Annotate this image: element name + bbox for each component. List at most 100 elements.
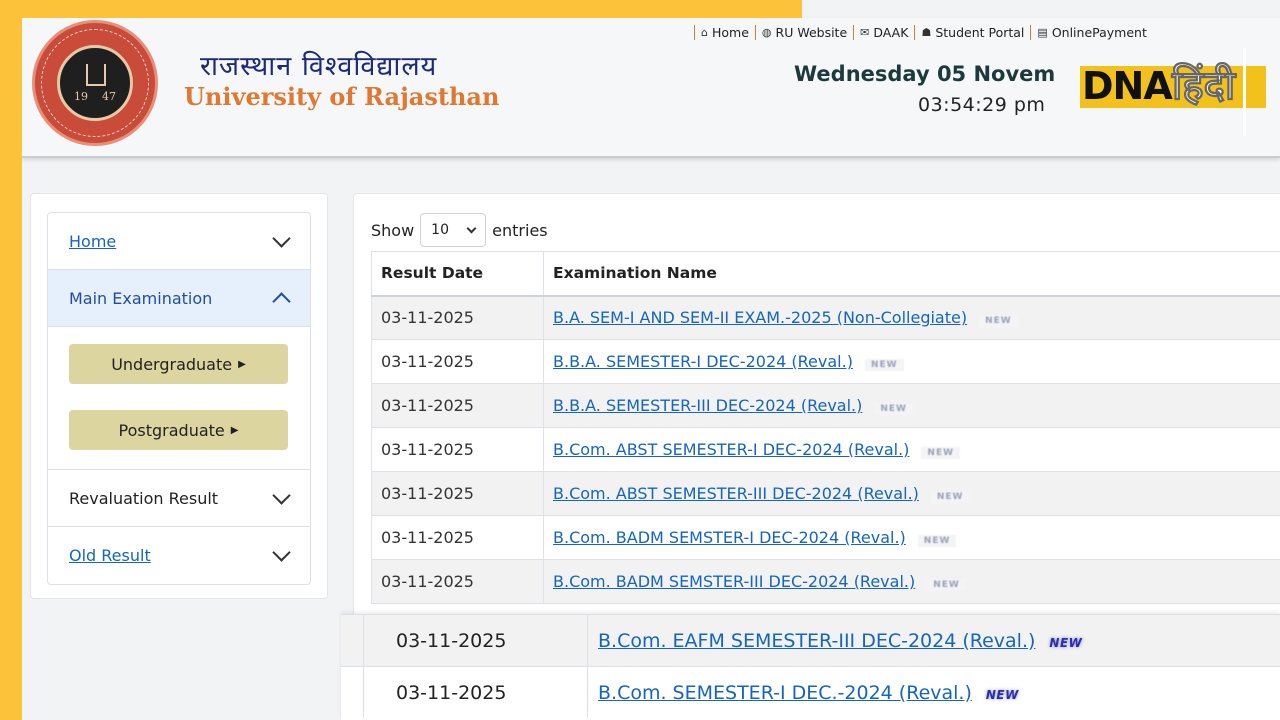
exam-result-link[interactable]: B.Com. BADM SEMSTER-I DEC-2024 (Reval.) — [553, 528, 906, 547]
table-header-row: Result Date Examination Name — [371, 251, 1280, 297]
nav-home[interactable]: ⌂ Home — [694, 25, 755, 40]
watermark-line — [1240, 48, 1246, 136]
sidebar-item-home[interactable]: Home — [48, 213, 310, 270]
sidebar-item-main-examination[interactable]: Main Examination — [48, 270, 310, 327]
postgraduate-button-label: Postgraduate — [118, 420, 225, 440]
table-row: 03-11-2025 B.Com. ABST SEMESTER-III DEC-2… — [371, 471, 1280, 516]
row-exam-cell: B.Com. BADM SEMSTER-I DEC-2024 (Reval.) N… — [543, 515, 1280, 560]
results-table-body: 03-11-2025 B.A. SEM-I AND SEM-II EXAM.-20… — [371, 295, 1280, 604]
exam-result-link[interactable]: B.Com. ABST SEMESTER-I DEC-2024 (Reval.) — [553, 440, 909, 459]
row-exam-cell: B.Com. BADM SEMSTER-III DEC-2024 (Reval.… — [543, 559, 1280, 604]
exam-result-link[interactable]: B.B.A. SEMESTER-III DEC-2024 (Reval.) — [553, 396, 862, 415]
nav-ru-website[interactable]: ◍ RU Website — [754, 25, 853, 40]
university-name-hindi: राजस्थान विश्वविद्यालय — [200, 51, 438, 82]
exam-result-link[interactable]: B.Com. SEMESTER-I DEC.-2024 (Reval.) — [598, 682, 972, 704]
row-date: 03-11-2025 — [371, 383, 544, 428]
table-row: 03-11-2025 B.Com. SEMESTER-I DEC.-2024 (… — [341, 666, 1280, 718]
watermark-latin: DNA — [1082, 64, 1173, 108]
dna-hindi-watermark: DNA हिंदी — [1080, 48, 1280, 140]
current-date: Wednesday 05 Novem — [794, 62, 1056, 86]
undergraduate-button-label: Undergraduate — [111, 354, 233, 374]
table-row: 03-11-2025 B.Com. EAFM SEMESTER-III DEC-… — [341, 614, 1280, 666]
row-exam-cell: B.Com. EAFM SEMESTER-III DEC-2024 (Reval… — [588, 630, 1082, 652]
table-row: 03-11-2025 B.B.A. SEMESTER-I DEC-2024 (Re… — [371, 339, 1280, 384]
row-date: 03-11-2025 — [371, 471, 544, 516]
chevron-down-icon — [272, 543, 291, 562]
chevron-down-icon — [272, 228, 291, 248]
globe-icon: ◍ — [761, 26, 772, 39]
nav-student-portal[interactable]: ☗ Student Portal — [914, 25, 1030, 40]
chevron-down-icon — [466, 223, 477, 233]
undergraduate-button[interactable]: Undergraduate ▶ — [69, 344, 288, 384]
nav-online-payment[interactable]: ▤ OnlinePayment — [1030, 25, 1152, 40]
row-date: 03-11-2025 — [371, 515, 544, 560]
table-row: 03-11-2025 B.Com. ABST SEMESTER-I DEC-202… — [371, 427, 1280, 472]
new-badge: NEW — [985, 687, 1019, 702]
home-icon: ⌂ — [701, 26, 708, 39]
table-row: 03-11-2025 B.B.A. SEMESTER-III DEC-2024 (… — [371, 383, 1280, 428]
exam-result-link[interactable]: B.B.A. SEMESTER-I DEC-2024 (Reval.) — [553, 352, 853, 371]
row-date: 03-11-2025 — [363, 667, 588, 718]
entries-control: Show 10 entries — [371, 213, 548, 247]
new-badge: NEW — [921, 447, 961, 459]
zoomed-rows-overlay: 03-11-2025 B.Com. EAFM SEMESTER-III DEC-… — [341, 614, 1280, 720]
chevron-up-icon — [272, 291, 291, 311]
new-badge: NEW — [930, 491, 970, 503]
row-exam-cell: B.Com. SEMESTER-I DEC.-2024 (Reval.) NEW — [588, 682, 1019, 704]
row-date: 03-11-2025 — [371, 339, 544, 384]
row-date: 03-11-2025 — [371, 295, 544, 340]
new-badge: NEW — [917, 535, 957, 547]
results-table: Result Date Examination Name 03-11-2025 B… — [371, 251, 1280, 604]
sidebar-item-revaluation-result[interactable]: Revaluation Result — [48, 470, 310, 527]
nav-daak[interactable]: ✉ DAAK — [853, 25, 914, 40]
nav-daak-label: DAAK — [873, 25, 909, 40]
new-badge: NEW — [874, 403, 913, 415]
card-icon: ▤ — [1037, 26, 1048, 39]
results-card: Show 10 entries Result Date Examination … — [353, 193, 1280, 623]
chevron-down-icon — [272, 485, 291, 505]
entries-select[interactable]: 10 — [420, 213, 487, 247]
nav-ru-website-label: RU Website — [775, 25, 848, 40]
new-badge: NEW — [979, 315, 1018, 328]
row-date: 03-11-2025 — [371, 559, 544, 604]
caret-right-icon: ▶ — [238, 358, 246, 370]
new-badge: NEW — [1049, 635, 1083, 650]
row-date: 03-11-2025 — [371, 427, 544, 472]
sidebar-item-old-result-label[interactable]: Old Result — [69, 546, 151, 565]
top-nav: ⌂ Home ◍ RU Website ✉ DAAK ☗ Student Portal … — [694, 25, 1153, 40]
row-date: 03-11-2025 — [363, 615, 588, 666]
exam-result-link[interactable]: B.Com. EAFM SEMESTER-III DEC-2024 (Reval… — [598, 630, 1035, 652]
show-label: Show — [371, 220, 415, 240]
university-logo: 19 47 — [32, 20, 158, 146]
table-row: 03-11-2025 B.A. SEM-I AND SEM-II EXAM.-20… — [371, 295, 1280, 340]
row-exam-cell: B.B.A. SEMESTER-I DEC-2024 (Reval.) NEW — [543, 339, 1280, 384]
user-icon: ☗ — [921, 26, 932, 39]
nav-student-portal-label: Student Portal — [935, 25, 1025, 40]
header-result-date[interactable]: Result Date — [371, 251, 544, 297]
row-exam-cell: B.A. SEM-I AND SEM-II EXAM.-2025 (Non-Co… — [543, 295, 1280, 340]
sidebar-menu: Home Main Examination Undergraduate ▶ Po… — [47, 212, 311, 585]
sidebar-item-old-result[interactable]: Old Result — [48, 527, 310, 584]
row-exam-cell: B.B.A. SEMESTER-III DEC-2024 (Reval.) NEW — [543, 383, 1280, 428]
postgraduate-button[interactable]: Postgraduate ▶ — [69, 410, 288, 450]
frame-top-border — [0, 0, 802, 18]
book-icon — [86, 64, 106, 86]
logo-emblem: 19 47 — [57, 45, 133, 121]
exam-result-link[interactable]: B.A. SEM-I AND SEM-II EXAM.-2025 (Non-Co… — [553, 308, 967, 327]
exam-result-link[interactable]: B.Com. ABST SEMESTER-III DEC-2024 (Reval… — [553, 484, 919, 503]
nav-home-label: Home — [711, 25, 749, 40]
logo-year-right: 47 — [102, 90, 116, 103]
new-badge: NEW — [927, 579, 966, 591]
university-name-english: University of Rajasthan — [184, 82, 500, 111]
row-exam-cell: B.Com. ABST SEMESTER-III DEC-2024 (Reval… — [543, 471, 1280, 516]
watermark-hindi: हिंदी — [1171, 63, 1236, 110]
header-examination-name[interactable]: Examination Name — [543, 251, 1280, 297]
sidebar-item-revaluation-result-label: Revaluation Result — [69, 488, 219, 508]
site-header: 19 47 राजस्थान विश्वविद्यालय University … — [22, 18, 1280, 158]
sidebar-card: Home Main Examination Undergraduate ▶ Po… — [30, 193, 328, 599]
table-row: 03-11-2025 B.Com. BADM SEMSTER-III DEC-20… — [371, 559, 1280, 604]
exam-result-link[interactable]: B.Com. BADM SEMSTER-III DEC-2024 (Reval.… — [553, 572, 915, 591]
sidebar-item-home-label[interactable]: Home — [69, 232, 116, 251]
new-badge: NEW — [864, 359, 904, 371]
current-time: 03:54:29 pm — [918, 94, 1046, 116]
